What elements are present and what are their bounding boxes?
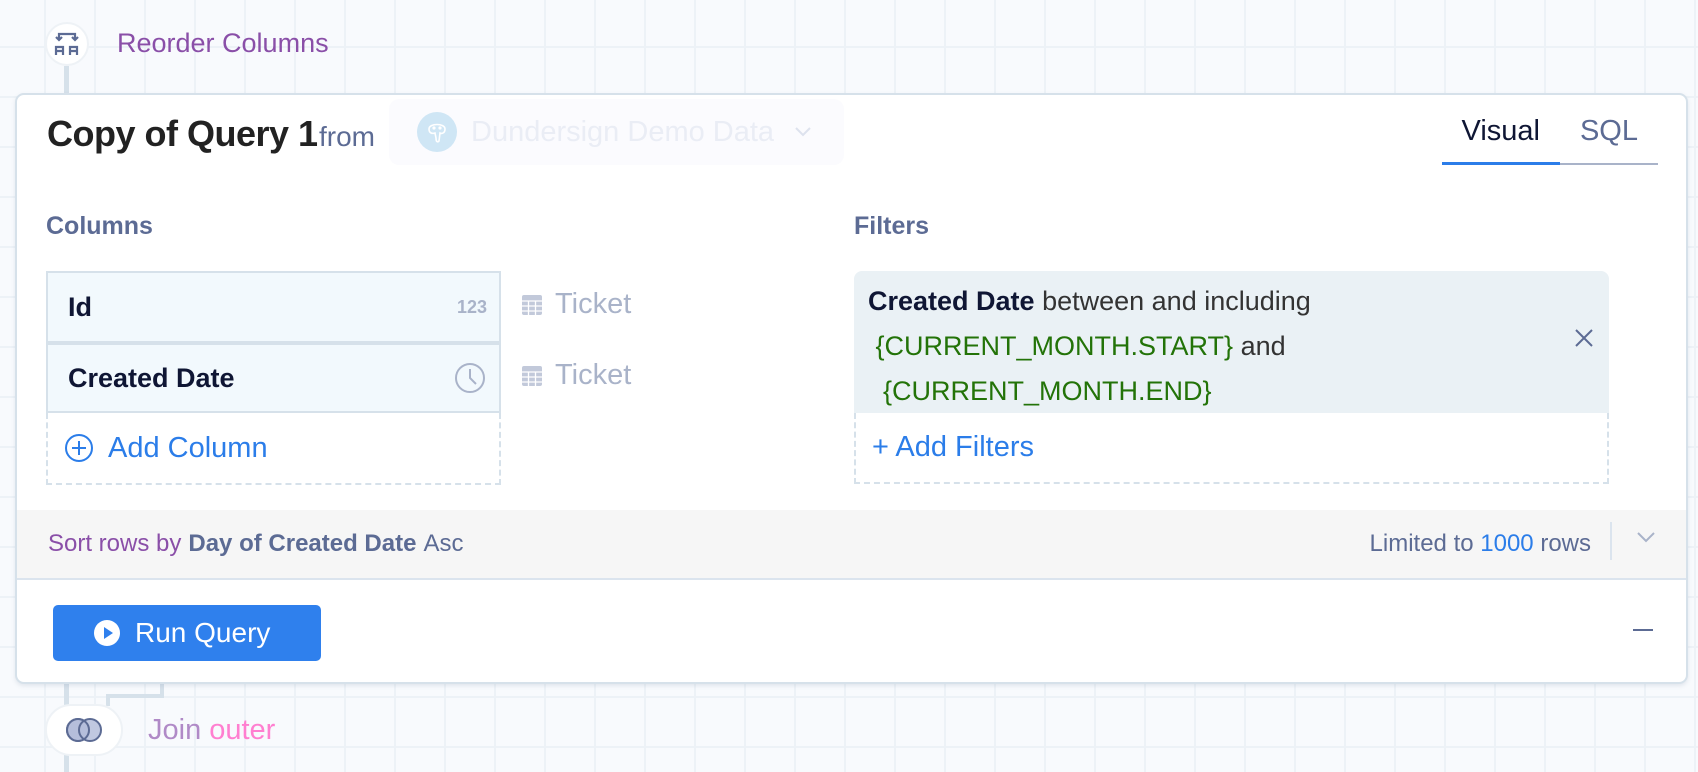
filter-joiner: and <box>1240 331 1286 361</box>
filter-item[interactable]: Created Date between and including {CURR… <box>854 271 1609 413</box>
column-source-table: Ticket <box>555 359 632 391</box>
reorder-step-node[interactable] <box>45 22 89 66</box>
chevron-down-icon <box>795 127 811 137</box>
sort-bar[interactable]: Sort rows by Day of Created Date Asc Lim… <box>17 510 1686 580</box>
column-source-table: Ticket <box>555 288 632 320</box>
query-title[interactable]: Copy of Query 1 <box>47 113 318 155</box>
reorder-columns-icon <box>54 32 79 55</box>
flow-connector <box>106 694 164 698</box>
filter-value-start: {CURRENT_MONTH.START} <box>875 331 1234 361</box>
column-item[interactable]: Id 123 <box>46 271 501 343</box>
clock-icon <box>455 363 485 393</box>
collapse-button[interactable] <box>1628 615 1658 645</box>
filter-operator: between and including <box>1042 286 1311 316</box>
join-type[interactable]: outer <box>209 714 275 746</box>
limit-suffix: rows <box>1540 530 1591 557</box>
number-icon: 123 <box>456 296 487 317</box>
columns-list: Id 123 Created Date Add Column <box>46 271 501 485</box>
limit-prefix: Limited to <box>1369 530 1474 557</box>
reorder-step-label[interactable]: Reorder Columns <box>117 28 329 59</box>
from-label: from <box>319 121 375 152</box>
venn-join-icon <box>66 718 102 742</box>
tab-visual[interactable]: Visual <box>1441 115 1560 165</box>
column-source: Ticket <box>521 359 631 392</box>
add-column-label: Add Column <box>108 431 268 464</box>
close-icon[interactable] <box>1573 327 1595 349</box>
filter-value-end: {CURRENT_MONTH.END} <box>883 376 1212 406</box>
table-icon <box>522 365 542 386</box>
divider <box>1610 522 1612 560</box>
column-item[interactable]: Created Date <box>46 341 501 413</box>
play-circle-icon <box>94 620 120 646</box>
sort-label: Sort rows by <box>48 530 182 557</box>
filter-field: Created Date <box>868 286 1035 316</box>
chevron-down-icon[interactable] <box>1636 530 1656 544</box>
filters-heading: Filters <box>854 212 930 240</box>
limit-value[interactable]: 1000 <box>1480 530 1533 557</box>
add-column-button[interactable]: Add Column <box>46 413 501 485</box>
run-query-button[interactable]: Run Query <box>53 605 321 661</box>
column-name: Created Date <box>68 362 235 393</box>
join-label: Join <box>148 714 202 746</box>
join-step-node[interactable] <box>45 704 123 756</box>
column-name: Id <box>68 291 92 322</box>
join-step-label[interactable]: Join outer <box>148 714 275 747</box>
datasource-name: Dundersign Demo Data <box>471 115 775 148</box>
tab-sql[interactable]: SQL <box>1559 115 1658 165</box>
flow-connector <box>106 694 110 706</box>
editor-mode-tabs: Visual SQL <box>1441 115 1658 165</box>
sort-direction[interactable]: Asc <box>423 530 463 558</box>
postgres-elephant-icon <box>417 112 457 152</box>
run-query-label: Run Query <box>135 617 271 648</box>
add-filters-button[interactable]: + Add Filters <box>854 413 1609 484</box>
datasource-select[interactable]: Dundersign Demo Data <box>389 99 844 165</box>
minus-icon <box>1633 629 1653 631</box>
flow-connector <box>64 66 69 94</box>
row-limit[interactable]: Limited to 1000 rows <box>1370 530 1591 558</box>
columns-heading: Columns <box>46 212 153 240</box>
table-icon <box>522 294 542 315</box>
plus-circle-icon <box>65 434 93 462</box>
column-source: Ticket <box>521 288 631 321</box>
sort-field[interactable]: Day of Created Date <box>188 530 416 558</box>
query-card: Copy of Query 1 from Dundersign Demo Dat… <box>15 93 1688 684</box>
